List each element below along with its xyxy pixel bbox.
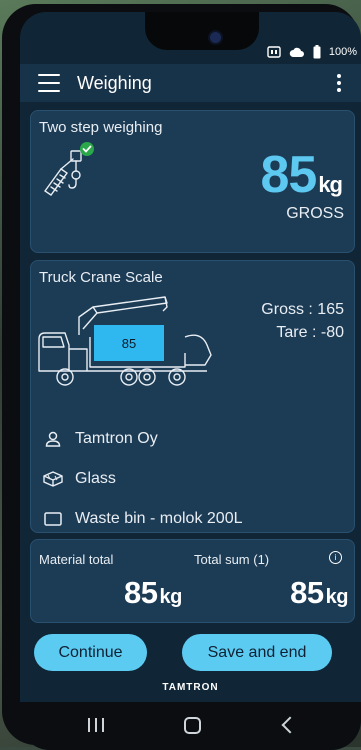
overflow-menu-icon[interactable] (337, 74, 341, 92)
status-bar: 100% (267, 44, 361, 60)
material-total-unit: kg (159, 586, 182, 608)
hamburger-menu-icon[interactable] (38, 74, 60, 92)
material-icon (41, 470, 65, 488)
camera (210, 32, 221, 43)
recent-apps-icon[interactable] (88, 718, 104, 732)
total-sum: 85 kg (290, 575, 348, 611)
total-sum-value: 85 (290, 575, 324, 610)
container-row[interactable]: Waste bin - molok 200L (41, 510, 242, 528)
container-name: Waste bin - molok 200L (75, 510, 243, 527)
gross-weight: 85kg (260, 145, 343, 205)
material-row[interactable]: Glass (41, 470, 116, 488)
gross-tare-readout: Gross : 165 Tare : -80 (261, 298, 344, 344)
totals-card: Material total Total sum (1) i 85 kg 85 kg (30, 539, 355, 623)
gross-label: GROSS (286, 205, 344, 222)
gross-weight-value: 85 (260, 146, 317, 204)
back-icon[interactable] (281, 716, 299, 734)
continue-button[interactable]: Continue (34, 634, 147, 671)
cloud-icon (289, 46, 305, 58)
battery-level: 100% (328, 46, 357, 58)
tare-readout: Tare : -80 (276, 324, 344, 341)
total-sum-unit: kg (325, 586, 349, 608)
container-icon (41, 512, 65, 526)
app-bar: Weighing (20, 64, 361, 102)
crane-hook-icon (43, 141, 105, 204)
app-indicator-icon (267, 46, 281, 58)
truck-scale-title: Truck Crane Scale (39, 269, 163, 286)
gross-weight-unit: kg (318, 172, 343, 197)
total-sum-label: Total sum (1) (194, 552, 270, 567)
material-total: 85 kg (124, 575, 182, 611)
phone-frame: 100% Weighing Two step weighing 85kg GRO… (2, 4, 361, 750)
material-total-value: 85 (124, 575, 158, 610)
save-and-end-button[interactable]: Save and end (182, 634, 332, 671)
material-name: Glass (75, 470, 116, 487)
home-icon[interactable] (184, 717, 201, 734)
material-total-label: Material total (39, 552, 114, 567)
two-step-title: Two step weighing (39, 119, 163, 136)
info-icon[interactable]: i (329, 551, 342, 564)
two-step-card: Two step weighing 85kg GROSS (30, 110, 355, 253)
truck-scale-card: Truck Crane Scale 85 Gross: 165 Tare: … (30, 260, 355, 533)
person-icon (41, 430, 65, 448)
notch (145, 12, 259, 50)
customer-row[interactable]: Tamtron Oy (41, 430, 158, 448)
page-title: Weighing (77, 72, 152, 93)
android-nav-bar (20, 702, 361, 750)
customer-name: Tamtron Oy (75, 430, 158, 447)
bin-weight-value: 85 (94, 325, 164, 361)
screen: 100% Weighing Two step weighing 85kg GRO… (20, 12, 361, 750)
battery-icon (313, 45, 321, 59)
brand-logo: TAMTRON (162, 682, 219, 693)
gross-readout: Gross : 165 (261, 301, 344, 318)
